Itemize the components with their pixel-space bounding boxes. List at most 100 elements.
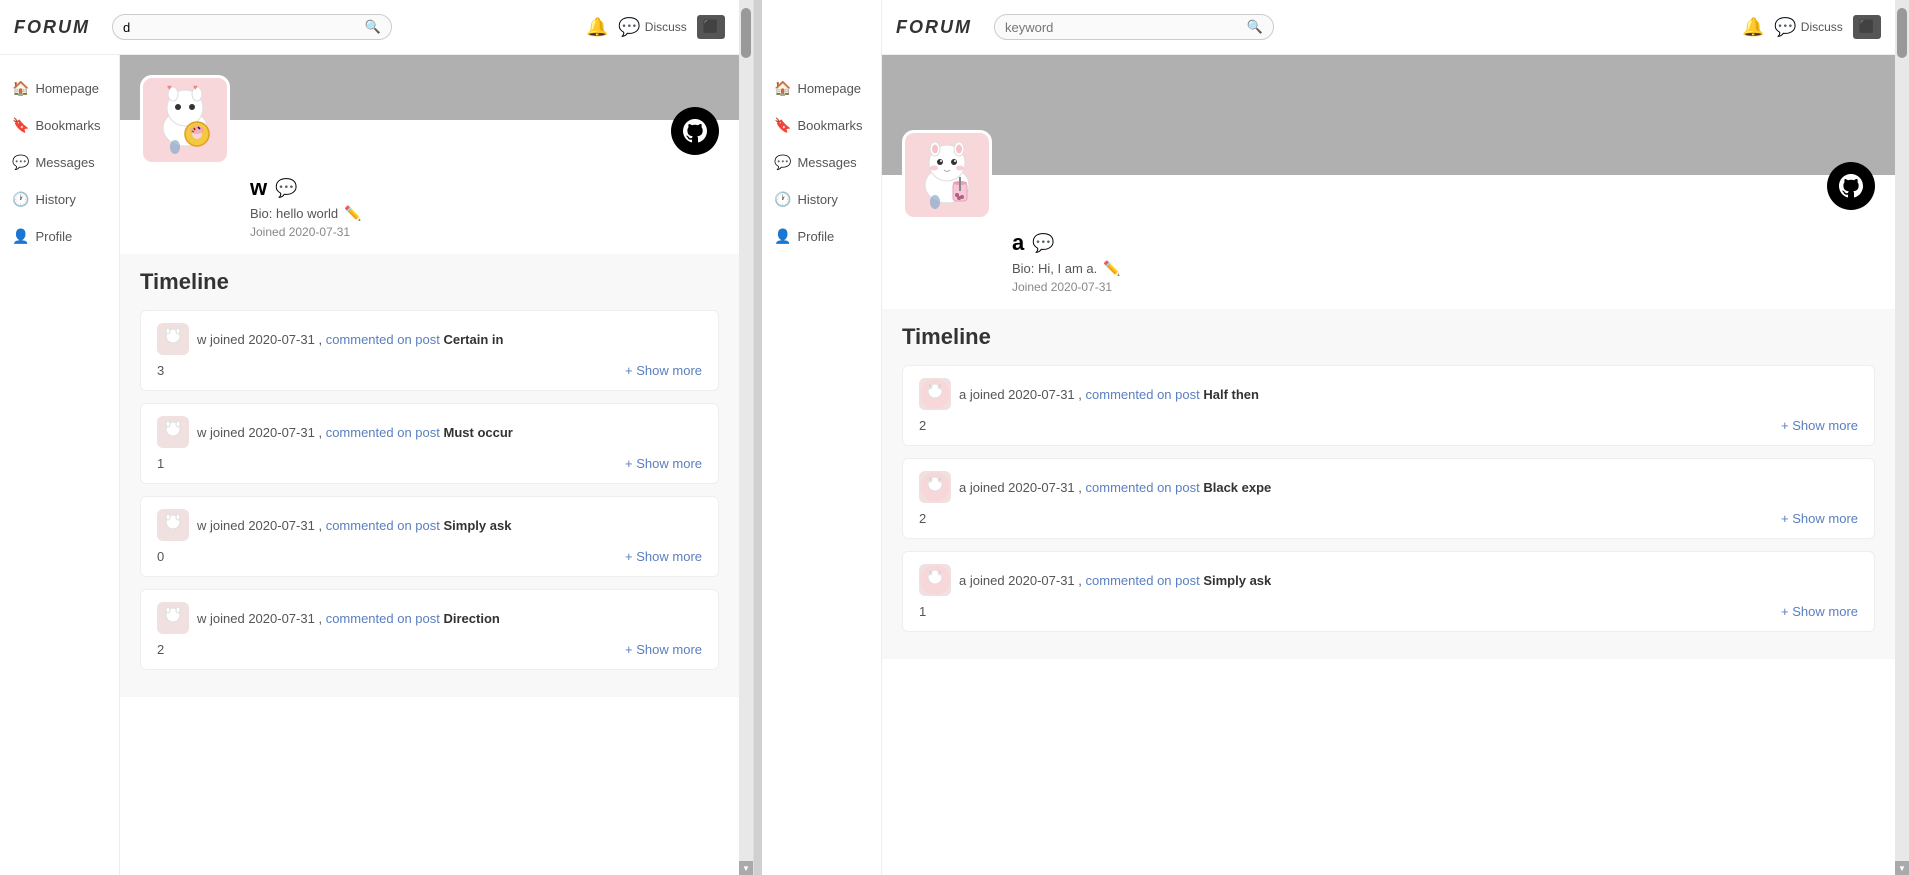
- left-card-0-avatar: [157, 323, 189, 355]
- left-sidebar: 🏠 Homepage 🔖 Bookmarks 💬 Messages 🕐 Hist…: [0, 0, 120, 875]
- right-scrollbar-thumb[interactable]: [1897, 8, 1907, 58]
- right-sidebar-profile-label: Profile: [797, 229, 834, 244]
- left-sidebar-item-history[interactable]: 🕐 History: [0, 181, 119, 218]
- left-card-3-text: w joined 2020-07-31 , commented on post …: [197, 611, 500, 626]
- right-card-0-footer: 2 + Show more: [919, 418, 1858, 433]
- left-sidebar-profile-label: Profile: [35, 229, 72, 244]
- right-bell-button[interactable]: 🔔: [1742, 17, 1764, 38]
- left-card-1-header: w joined 2020-07-31 , commented on post …: [157, 416, 702, 448]
- left-header: FORUM 🔍 🔔 💬 Discuss ⬛: [0, 0, 739, 55]
- right-card-0-show-more[interactable]: + Show more: [1781, 418, 1858, 433]
- left-username: w 💬: [250, 175, 719, 201]
- left-scrollbar-thumb[interactable]: [741, 8, 751, 58]
- left-card-2-header: w joined 2020-07-31 , commented on post …: [157, 509, 702, 541]
- left-bell-button[interactable]: 🔔: [586, 17, 608, 38]
- right-profile-bio: Bio: Hi, I am a. ✏️: [1012, 260, 1875, 277]
- left-logo: FORUM: [14, 17, 90, 38]
- right-sidebar-item-bookmarks[interactable]: 🔖 Bookmarks: [762, 107, 881, 144]
- left-card-0-footer: 3 + Show more: [157, 363, 702, 378]
- bookmark-icon: 🔖: [12, 117, 29, 134]
- right-profile-joined: Joined 2020-07-31: [1012, 280, 1875, 294]
- right-card-1-header: a joined 2020-07-31 , commented on post …: [919, 471, 1858, 503]
- right-timeline-title: Timeline: [902, 324, 1875, 350]
- left-panel: FORUM 🔍 🔔 💬 Discuss ⬛ 🏠 Homepage 🔖 Bookm…: [0, 0, 754, 875]
- left-card-2-avatar: [157, 509, 189, 541]
- left-card-3-show-more[interactable]: + Show more: [625, 642, 702, 657]
- right-sidebar-item-messages[interactable]: 💬 Messages: [762, 144, 881, 181]
- left-exit-button[interactable]: ⬛: [697, 15, 725, 39]
- github-icon: [683, 119, 707, 143]
- left-scrollbar[interactable]: ▼: [739, 0, 753, 875]
- left-card-2-show-more[interactable]: + Show more: [625, 549, 702, 564]
- left-scrollbar-arrow[interactable]: ▼: [739, 861, 753, 875]
- right-sidebar-bookmarks-label: Bookmarks: [797, 118, 862, 133]
- right-scrollbar-arrow[interactable]: ▼: [1895, 861, 1909, 875]
- left-card-1-show-more[interactable]: + Show more: [625, 456, 702, 471]
- left-card-1-avatar: [157, 416, 189, 448]
- right-search-box[interactable]: 🔍: [994, 14, 1274, 40]
- right-profile-icon: 👤: [774, 228, 791, 245]
- left-discuss-button[interactable]: 💬 Discuss: [618, 17, 686, 38]
- right-sidebar-history-label: History: [797, 192, 837, 207]
- left-edit-bio-icon[interactable]: ✏️: [344, 205, 361, 222]
- right-username: a 💬: [1012, 230, 1875, 256]
- right-card-0-avatar: [919, 378, 951, 410]
- discuss-icon: 💬: [618, 17, 640, 38]
- right-github-button[interactable]: [1827, 162, 1875, 210]
- left-card-2-footer: 0 + Show more: [157, 549, 702, 564]
- right-avatar-wrapper: [902, 130, 992, 220]
- left-card-1-text: w joined 2020-07-31 , commented on post …: [197, 425, 513, 440]
- left-sidebar-item-profile[interactable]: 👤 Profile: [0, 218, 119, 255]
- home-icon: 🏠: [12, 80, 29, 97]
- left-sidebar-item-bookmarks[interactable]: 🔖 Bookmarks: [0, 107, 119, 144]
- left-search-box[interactable]: 🔍: [112, 14, 392, 40]
- left-main: ♥ ♥: [120, 0, 739, 875]
- left-timeline-card-0: w joined 2020-07-31 , commented on post …: [140, 310, 719, 391]
- right-timeline-card-2: a joined 2020-07-31 , commented on post …: [902, 551, 1875, 632]
- panel-divider: [754, 0, 762, 875]
- right-card-2-show-more[interactable]: + Show more: [1781, 604, 1858, 619]
- left-card-0-show-more[interactable]: + Show more: [625, 363, 702, 378]
- left-card-2-text: w joined 2020-07-31 , commented on post …: [197, 518, 511, 533]
- right-sidebar-item-profile[interactable]: 👤 Profile: [762, 218, 881, 255]
- right-search-input[interactable]: [1005, 20, 1247, 35]
- right-sidebar-homepage-label: Homepage: [797, 81, 861, 96]
- right-header-actions: 🔔 💬 Discuss ⬛: [1742, 15, 1881, 39]
- right-github-icon: [1839, 174, 1863, 198]
- right-exit-button[interactable]: ⬛: [1853, 15, 1881, 39]
- profile-icon: 👤: [12, 228, 29, 245]
- right-card-1-count: 2: [919, 511, 926, 526]
- right-scrollbar[interactable]: ▼: [1895, 0, 1909, 875]
- right-discuss-button[interactable]: 💬 Discuss: [1774, 17, 1842, 38]
- right-chat-bubble-icon[interactable]: 💬: [1032, 233, 1054, 254]
- right-sidebar-item-homepage[interactable]: 🏠 Homepage: [762, 70, 881, 107]
- left-github-button[interactable]: [671, 107, 719, 155]
- right-card-1-show-more[interactable]: + Show more: [1781, 511, 1858, 526]
- right-edit-bio-icon[interactable]: ✏️: [1103, 260, 1120, 277]
- right-card-0-count: 2: [919, 418, 926, 433]
- left-timeline-title: Timeline: [140, 269, 719, 295]
- left-sidebar-messages-label: Messages: [35, 155, 94, 170]
- left-chat-bubble-icon[interactable]: 💬: [275, 178, 297, 199]
- left-timeline-card-3: w joined 2020-07-31 , commented on post …: [140, 589, 719, 670]
- left-sidebar-item-homepage[interactable]: 🏠 Homepage: [0, 70, 119, 107]
- right-sidebar: 🏠 Homepage 🔖 Bookmarks 💬 Messages 🕐 Hist…: [762, 0, 882, 875]
- right-message-icon: 💬: [774, 154, 791, 171]
- right-card-1-text: a joined 2020-07-31 , commented on post …: [959, 480, 1271, 495]
- left-card-1-count: 1: [157, 456, 164, 471]
- left-search-input[interactable]: [123, 20, 365, 35]
- message-icon: 💬: [12, 154, 29, 171]
- svg-text:♥: ♥: [193, 83, 198, 92]
- left-card-2-count: 0: [157, 549, 164, 564]
- right-card-0-header: a joined 2020-07-31 , commented on post …: [919, 378, 1858, 410]
- left-sidebar-item-messages[interactable]: 💬 Messages: [0, 144, 119, 181]
- right-card-2-footer: 1 + Show more: [919, 604, 1858, 619]
- right-card-1-avatar: [919, 471, 951, 503]
- left-timeline-section: Timeline w joined 2020-07-31 , commented…: [120, 254, 739, 697]
- left-card-0-header: w joined 2020-07-31 , commented on post …: [157, 323, 702, 355]
- left-sidebar-history-label: History: [35, 192, 75, 207]
- right-discuss-icon: 💬: [1774, 17, 1796, 38]
- right-sidebar-item-history[interactable]: 🕐 History: [762, 181, 881, 218]
- right-card-2-text: a joined 2020-07-31 , commented on post …: [959, 573, 1271, 588]
- left-sidebar-bookmarks-label: Bookmarks: [35, 118, 100, 133]
